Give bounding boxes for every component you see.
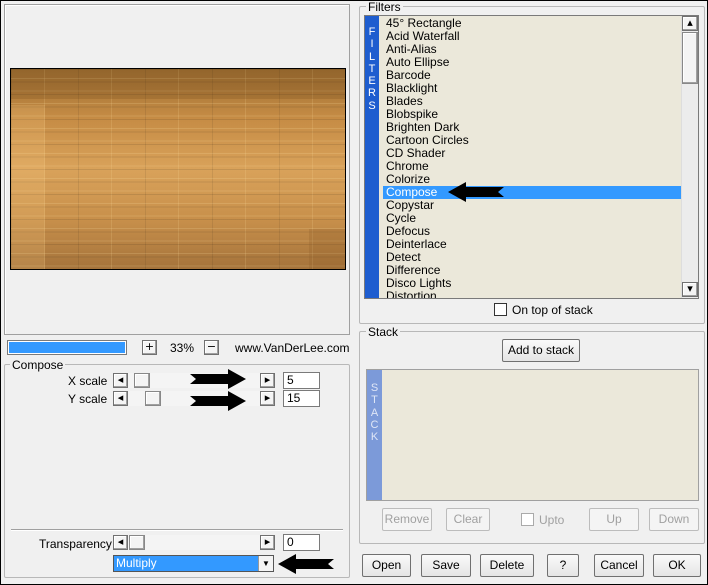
stack-banner-letter: T <box>371 394 378 407</box>
preview-image[interactable] <box>10 68 346 270</box>
save-button[interactable]: Save <box>421 554 471 577</box>
blend-mode-select[interactable]: Multiply ▼ <box>113 555 274 572</box>
y-scale-thumb[interactable] <box>145 391 161 406</box>
chevron-down-icon[interactable]: ▼ <box>258 556 273 571</box>
stack-banner-letter: A <box>370 406 379 419</box>
filters-banner-letter: R <box>368 87 376 100</box>
arrow-left-icon <box>448 182 504 202</box>
delete-button[interactable]: Delete <box>480 554 534 577</box>
scroll-down-button[interactable]: ▾ <box>682 282 698 297</box>
zoom-out-button[interactable]: − <box>204 340 219 355</box>
upto-checkbox[interactable] <box>521 513 534 526</box>
transparency-track[interactable] <box>128 535 260 550</box>
filters-list[interactable]: FILTERS 45° Rectangle Acid Waterfall Anti-… <box>364 15 699 299</box>
y-scale-right-button[interactable]: ▸ <box>260 391 275 406</box>
stack-banner: STACK <box>367 370 382 500</box>
filters-scroll-thumb[interactable] <box>682 32 698 84</box>
remove-button[interactable]: Remove <box>382 508 432 531</box>
transparency-left-button[interactable]: ◂ <box>113 535 128 550</box>
arrow-right-icon <box>190 391 246 411</box>
add-to-stack-button[interactable]: Add to stack <box>502 339 580 362</box>
transparency-right-button[interactable]: ▸ <box>260 535 275 550</box>
stack-banner-letter: S <box>370 382 379 394</box>
progress-fill <box>9 342 125 353</box>
ok-button[interactable]: OK <box>653 554 701 577</box>
y-scale-left-button[interactable]: ◂ <box>113 391 128 406</box>
filters-banner-letter: F <box>368 26 376 38</box>
filters-banner: FILTERS <box>365 16 379 298</box>
blend-mode-value: Multiply <box>116 556 157 570</box>
x-scale-left-button[interactable]: ◂ <box>113 373 128 388</box>
x-scale-input[interactable]: 5 <box>283 372 320 389</box>
filter-item[interactable]: Blacklight <box>383 82 681 95</box>
transparency-thumb[interactable] <box>129 535 145 550</box>
website-link[interactable]: www.VanDerLee.com <box>235 341 350 355</box>
filters-banner-letter: E <box>368 75 376 88</box>
progress-bar <box>7 340 127 355</box>
down-button[interactable]: Down <box>649 508 699 531</box>
x-scale-label: X scale <box>68 374 108 388</box>
y-scale-input[interactable]: 15 <box>283 390 320 407</box>
stack-group-title: Stack <box>366 325 401 339</box>
cancel-button[interactable]: Cancel <box>594 554 644 577</box>
filters-banner-letter: L <box>368 50 376 63</box>
arrow-left-icon <box>278 554 334 574</box>
compose-group-title: Compose <box>10 358 66 372</box>
filters-banner-letter: T <box>368 62 376 75</box>
filters-scrollbar[interactable]: ▴ ▾ <box>681 16 698 298</box>
x-scale-right-button[interactable]: ▸ <box>260 373 275 388</box>
filters-group-title: Filters <box>366 0 403 14</box>
transparency-label: Transparency <box>39 537 112 551</box>
on-top-label: On top of stack <box>512 303 593 317</box>
on-top-checkbox[interactable] <box>494 303 507 316</box>
up-button[interactable]: Up <box>589 508 639 531</box>
zoom-level: 33% <box>170 341 195 355</box>
filter-item[interactable]: Copystar <box>383 199 681 212</box>
filters-banner-letter: I <box>370 38 374 51</box>
x-scale-thumb[interactable] <box>134 373 150 388</box>
y-scale-label: Y scale <box>68 392 108 406</box>
upto-label: Upto <box>539 513 565 527</box>
filter-item[interactable]: Deinterlace <box>383 238 681 251</box>
zoom-in-button[interactable]: + <box>142 340 157 355</box>
filters-banner-letter: S <box>368 99 376 112</box>
help-button[interactable]: ? <box>547 554 579 577</box>
stack-banner-letter: C <box>370 418 379 431</box>
stack-banner-letter: K <box>370 431 379 444</box>
transparency-input[interactable]: 0 <box>283 534 320 551</box>
stack-list[interactable]: STACK <box>366 369 699 501</box>
open-button[interactable]: Open <box>362 554 411 577</box>
compose-separator <box>11 529 343 531</box>
arrow-right-icon <box>190 369 246 389</box>
clear-button[interactable]: Clear <box>446 508 490 531</box>
filter-item[interactable]: Distortion <box>383 290 681 299</box>
scroll-up-button[interactable]: ▴ <box>682 16 698 31</box>
